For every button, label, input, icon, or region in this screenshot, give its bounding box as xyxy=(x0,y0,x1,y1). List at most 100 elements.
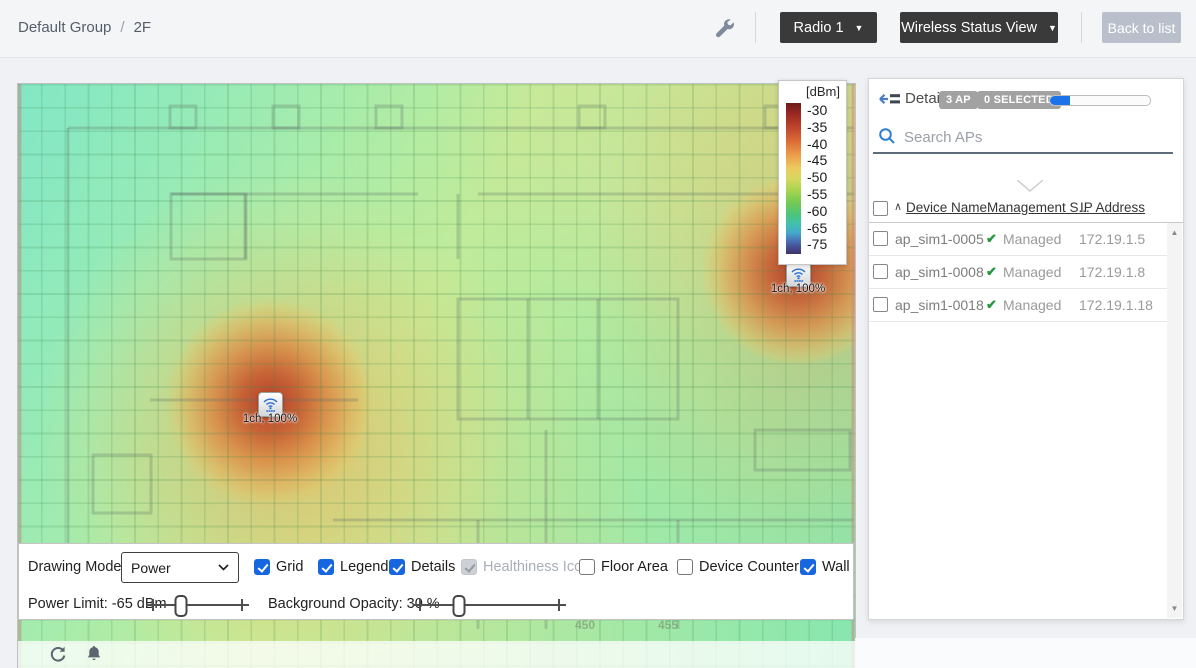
ap-count-badge: 3 AP xyxy=(939,91,978,109)
radio-select-label: Radio 1 xyxy=(794,20,844,36)
breadcrumb: Default Group / 2F xyxy=(18,19,151,36)
checkbox-box xyxy=(389,559,405,575)
floorplan-dim-label: 450 xyxy=(575,618,595,632)
table-row[interactable]: ap_sim1-0005 ✔ Managed 172.19.1.5 xyxy=(869,223,1168,256)
wifi-icon xyxy=(262,396,279,413)
managed-check-icon: ✔ xyxy=(986,231,997,247)
breadcrumb-separator: / xyxy=(120,19,124,36)
slider-end-tick xyxy=(419,599,421,611)
checkbox-label: Details xyxy=(411,559,455,575)
checkbox-box xyxy=(461,559,477,575)
legend-tick: -55 xyxy=(807,186,843,203)
sort-ascending-icon[interactable]: ∧ xyxy=(894,200,902,213)
breadcrumb-group-link[interactable]: Default Group xyxy=(18,19,111,36)
toolbar-separator xyxy=(755,12,756,43)
checkbox-wall[interactable]: Wall xyxy=(800,559,850,575)
slider-thumb[interactable] xyxy=(175,595,188,617)
checkbox-healthiness-icon: Healthiness Icon xyxy=(461,559,590,575)
legend-title: [dBm] xyxy=(806,84,840,99)
slider-end-tick xyxy=(558,599,560,611)
wireless-status-page: Default Group / 2F Radio 1 ▼ Wireless St… xyxy=(0,0,1196,668)
table-header: ∧ Device Name Management S... IP Address xyxy=(869,196,1183,223)
map-bottom-toolbar xyxy=(18,641,855,668)
panel-collapse-chevron[interactable] xyxy=(1017,180,1043,193)
view-select-button[interactable]: Wireless Status View ▼ xyxy=(900,12,1058,43)
collapse-left-icon[interactable] xyxy=(879,91,901,107)
managed-check-icon: ✔ xyxy=(986,297,997,313)
header-management-status[interactable]: Management S... xyxy=(987,200,1090,215)
legend-tick: -45 xyxy=(807,152,843,169)
checkbox-label: Healthiness Icon xyxy=(483,559,590,575)
ip-address: 172.19.1.5 xyxy=(1079,231,1145,247)
slider-track[interactable] xyxy=(146,604,249,606)
checkbox-label: Wall xyxy=(822,559,850,575)
management-status: Managed xyxy=(1003,297,1061,313)
device-name: ap_sim1-0008 xyxy=(895,264,984,280)
refresh-icon[interactable] xyxy=(48,644,68,664)
table-row[interactable]: ap_sim1-0008 ✔ Managed 172.19.1.8 xyxy=(869,256,1168,289)
checkbox-box xyxy=(579,559,595,575)
checkbox-device-counter[interactable]: Device Counter xyxy=(677,559,799,575)
legend-tick-labels: -30 -35 -40 -45 -50 -55 -60 -65 -75 xyxy=(807,102,843,253)
checkbox-legend[interactable]: Legend xyxy=(318,559,388,575)
header-device-name[interactable]: Device Name xyxy=(906,200,987,215)
select-all-checkbox[interactable] xyxy=(873,201,888,216)
checkbox-label: Legend xyxy=(340,559,388,575)
legend-tick: -75 xyxy=(807,236,843,253)
slider-thumb[interactable] xyxy=(452,595,465,617)
icon-size-slider[interactable] xyxy=(1049,95,1151,106)
power-limit-slider[interactable] xyxy=(146,595,249,615)
row-checkbox[interactable] xyxy=(873,264,888,279)
ip-address: 172.19.1.18 xyxy=(1079,297,1153,313)
scroll-up-icon[interactable]: ▲ xyxy=(1167,228,1182,237)
table-scrollbar[interactable]: ▲ ▼ xyxy=(1167,223,1182,618)
ap-label: 1ch, 100% xyxy=(771,283,825,295)
chevron-down-icon: ▼ xyxy=(855,23,864,33)
legend-tick: -65 xyxy=(807,220,843,237)
chevron-down-icon xyxy=(218,564,229,571)
legend-colorbar xyxy=(786,103,801,254)
legend-tick: -40 xyxy=(807,136,843,153)
legend-tick: -35 xyxy=(807,119,843,136)
management-status: Managed xyxy=(1003,231,1061,247)
wifi-icon xyxy=(790,266,807,283)
legend-tick: -30 xyxy=(807,102,843,119)
drawing-mode-select[interactable]: Power xyxy=(121,552,239,583)
bottom-background-strip xyxy=(855,638,1196,668)
top-bar: Default Group / 2F Radio 1 ▼ Wireless St… xyxy=(0,0,1196,58)
search-input[interactable] xyxy=(902,125,1136,149)
checkbox-box xyxy=(800,559,816,575)
checkbox-grid[interactable]: Grid xyxy=(254,559,303,575)
scroll-down-icon[interactable]: ▼ xyxy=(1167,604,1182,613)
checkbox-label: Floor Area xyxy=(601,559,668,575)
management-status: Managed xyxy=(1003,264,1061,280)
row-checkbox[interactable] xyxy=(873,297,888,312)
bell-icon[interactable] xyxy=(84,644,104,664)
checkbox-floor-area[interactable]: Floor Area xyxy=(579,559,668,575)
back-to-list-button[interactable]: Back to list xyxy=(1102,12,1181,43)
header-ip-address[interactable]: IP Address xyxy=(1080,200,1145,215)
device-name: ap_sim1-0005 xyxy=(895,231,984,247)
wrench-icon[interactable] xyxy=(714,17,736,39)
drawing-controls-panel: Drawing Mode: Power Grid Legend Details … xyxy=(18,543,854,620)
checkbox-label: Device Counter xyxy=(699,559,799,575)
search-icon xyxy=(878,127,896,145)
row-checkbox[interactable] xyxy=(873,231,888,246)
table-row[interactable]: ap_sim1-0018 ✔ Managed 172.19.1.18 xyxy=(869,289,1168,322)
managed-check-icon: ✔ xyxy=(986,264,997,280)
toolbar-separator xyxy=(1081,12,1082,43)
checkbox-details[interactable]: Details xyxy=(389,559,455,575)
drawing-mode-label: Drawing Mode: xyxy=(28,559,126,575)
slider-track[interactable] xyxy=(413,604,566,606)
slider-end-tick xyxy=(152,599,154,611)
dbm-legend-panel: [dBm] -30 -35 -40 -45 -50 -55 -60 -65 -7… xyxy=(778,80,847,265)
radio-select-button[interactable]: Radio 1 ▼ xyxy=(780,12,877,43)
search-underline xyxy=(873,152,1173,154)
checkbox-box xyxy=(677,559,693,575)
checkbox-label: Grid xyxy=(276,559,303,575)
legend-tick: -50 xyxy=(807,169,843,186)
background-opacity-slider[interactable] xyxy=(413,595,566,615)
breadcrumb-floor: 2F xyxy=(134,19,152,36)
drawing-mode-value: Power xyxy=(131,560,171,576)
legend-tick: -60 xyxy=(807,203,843,220)
